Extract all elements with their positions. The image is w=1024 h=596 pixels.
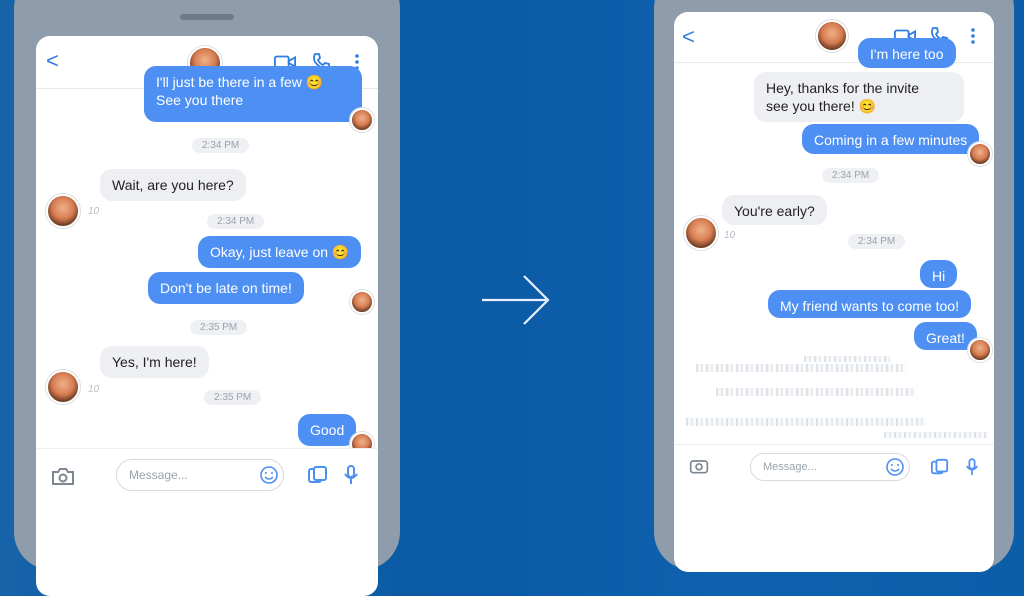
contact-avatar-small [46, 370, 80, 404]
message-outgoing[interactable]: Coming in a few minutes [802, 124, 980, 154]
timestamp: 2:35 PM [204, 390, 262, 405]
timestamp: 2:34 PM [207, 214, 265, 229]
message-incoming[interactable]: Hey, thanks for the invite see you there… [754, 72, 964, 122]
emoji-icon[interactable] [884, 456, 906, 478]
contact-avatar-small [46, 194, 80, 228]
message-input-placeholder: Message... [129, 468, 188, 482]
message-text: My friend wants to come too! [780, 298, 959, 314]
message-text: I'll just be there in a few 😊 [156, 74, 324, 90]
message-outgoing[interactable]: Hi [920, 260, 958, 288]
mic-icon[interactable] [962, 455, 982, 479]
sender-avatar [350, 108, 374, 132]
message-outgoing[interactable]: I'm here too [858, 38, 956, 68]
loading-placeholder [716, 388, 916, 396]
timestamp: 2:34 PM [848, 234, 906, 249]
timestamp: 2:34 PM [822, 168, 880, 183]
composer-bar: Message... [36, 448, 378, 509]
message-text: You're early? [734, 203, 815, 219]
gallery-icon[interactable] [928, 456, 952, 478]
emoji-icon[interactable] [258, 464, 280, 486]
mic-icon[interactable] [340, 463, 362, 487]
chat-screen-left: < I'll just be there in a few 😊 See you … [36, 36, 378, 596]
message-input-placeholder: Message... [763, 461, 817, 473]
composer-bar: Message... [674, 444, 994, 499]
loading-placeholder [804, 356, 890, 362]
message-text: Good [310, 422, 345, 438]
camera-icon[interactable] [688, 455, 710, 477]
sender-avatar [350, 290, 374, 314]
arrow-right-icon [482, 275, 550, 325]
back-icon[interactable]: < [46, 50, 59, 72]
speaker-notch [180, 14, 234, 20]
message-outgoing[interactable]: Good [298, 414, 357, 446]
phone-frame-right: < I'm here too Hey, thanks for the invit… [654, 0, 1014, 572]
message-incoming[interactable]: Yes, I'm here! [100, 346, 209, 378]
message-text: see you there! 😊 [766, 98, 877, 114]
message-outgoing[interactable]: Don't be late on time! [148, 272, 304, 304]
loading-placeholder [696, 364, 906, 372]
chat-screen-right: < I'm here too Hey, thanks for the invit… [674, 12, 994, 572]
contact-avatar-small [684, 216, 718, 250]
message-outgoing[interactable]: I'll just be there in a few 😊 See you th… [144, 66, 362, 122]
message-text: Hi [932, 268, 946, 284]
message-text: Okay, just leave on 😊 [210, 244, 350, 260]
back-icon[interactable]: < [682, 26, 695, 48]
timestamp: 2:35 PM [190, 320, 248, 335]
contact-avatar[interactable] [816, 20, 848, 52]
camera-icon[interactable] [50, 463, 76, 489]
message-text: Don't be late on time! [160, 280, 292, 296]
loading-placeholder [686, 418, 926, 426]
message-text: Wait, are you here? [112, 177, 234, 193]
loading-placeholder [884, 432, 988, 438]
message-outgoing[interactable]: My friend wants to come too! [768, 290, 971, 318]
sender-avatar [968, 142, 992, 166]
message-incoming[interactable]: You're early? [722, 195, 827, 225]
message-text: I'm here too [870, 46, 944, 62]
read-mark: 10 [88, 206, 100, 217]
message-text: See you there [156, 92, 244, 108]
read-mark: 10 [724, 230, 736, 241]
message-text: Hey, thanks for the invite [766, 80, 920, 96]
gallery-icon[interactable] [306, 463, 330, 487]
message-outgoing[interactable]: Okay, just leave on 😊 [198, 236, 362, 268]
more-icon[interactable] [962, 26, 984, 46]
timestamp: 2:34 PM [192, 138, 250, 153]
message-text: Great! [926, 330, 965, 346]
message-text: Coming in a few minutes [814, 132, 968, 148]
read-mark: 10 [88, 384, 100, 395]
phone-frame-left: < I'll just be there in a few 😊 See you … [14, 0, 400, 596]
sender-avatar [968, 338, 992, 362]
message-incoming[interactable]: Wait, are you here? [100, 169, 246, 201]
message-text: Yes, I'm here! [112, 354, 197, 370]
